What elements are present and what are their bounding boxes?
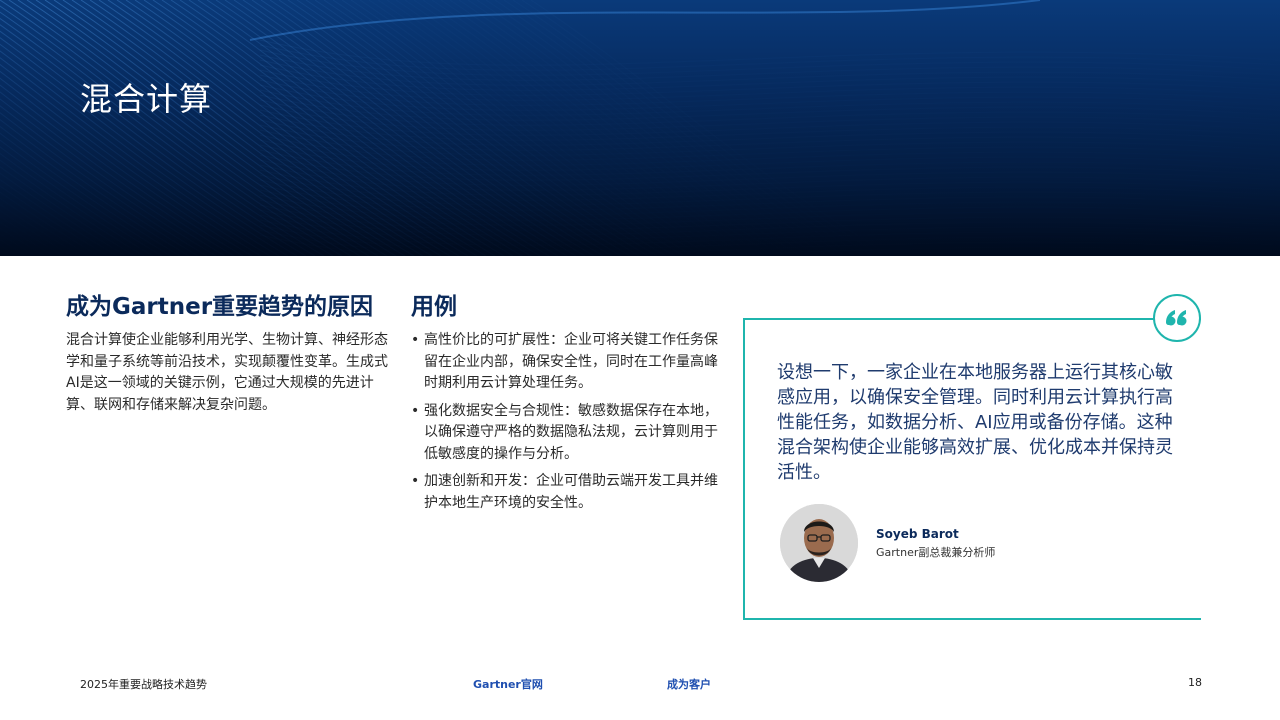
list-item: • 加速创新和开发：企业可借助云端开发工具并维护本地生产环境的安全性。: [411, 473, 718, 511]
list-item: • 强化数据安全与合规性：敏感数据保存在本地，以确保遵守严格的数据隐私法规，云计算…: [411, 402, 718, 462]
bullet-icon: •: [411, 332, 420, 348]
bullet-icon: •: [411, 402, 420, 419]
reasons-section: 成为Gartner重要趋势的原因 混合计算使企业能够利用光学、生物计算、神经形态…: [66, 292, 392, 416]
use-cases-list: • 高性价比的可扩展性：企业可将关键工作任务保留在企业内部，确保安全性，同时在工作…: [411, 330, 721, 514]
bullet-icon: •: [411, 473, 420, 489]
footer-report-title: 2025年重要战略技术趋势: [80, 678, 207, 691]
list-item: • 高性价比的可扩展性：企业可将关键工作任务保留在企业内部，确保安全性，同时在工作…: [411, 332, 718, 391]
reasons-heading: 成为Gartner重要趋势的原因: [66, 294, 374, 320]
header-banner: 混合计算: [0, 0, 1280, 256]
use-cases-heading: 用例: [411, 294, 457, 320]
quote-icon: [1153, 294, 1201, 342]
use-cases-section: 用例 • 高性价比的可扩展性：企业可将关键工作任务保留在企业内部，确保安全性，同时…: [411, 292, 721, 520]
page-title: 混合计算: [80, 80, 213, 118]
person-name: Soyeb Barot: [876, 527, 959, 541]
reasons-body: 混合计算使企业能够利用光学、生物计算、神经形态学和量子系统等前沿技术，实现颠覆性…: [66, 332, 388, 413]
banner-wave-pattern: [0, 0, 1280, 256]
person-role: Gartner副总裁兼分析师: [876, 546, 996, 559]
gartner-site-link[interactable]: Gartner官网: [473, 676, 543, 692]
quote-text: 设想一下，一家企业在本地服务器上运行其核心敏感应用，以确保安全管理。同时利用云计…: [777, 362, 1173, 483]
avatar: [780, 504, 858, 582]
page-number: 18: [1188, 676, 1202, 689]
become-client-link[interactable]: 成为客户: [667, 676, 711, 692]
